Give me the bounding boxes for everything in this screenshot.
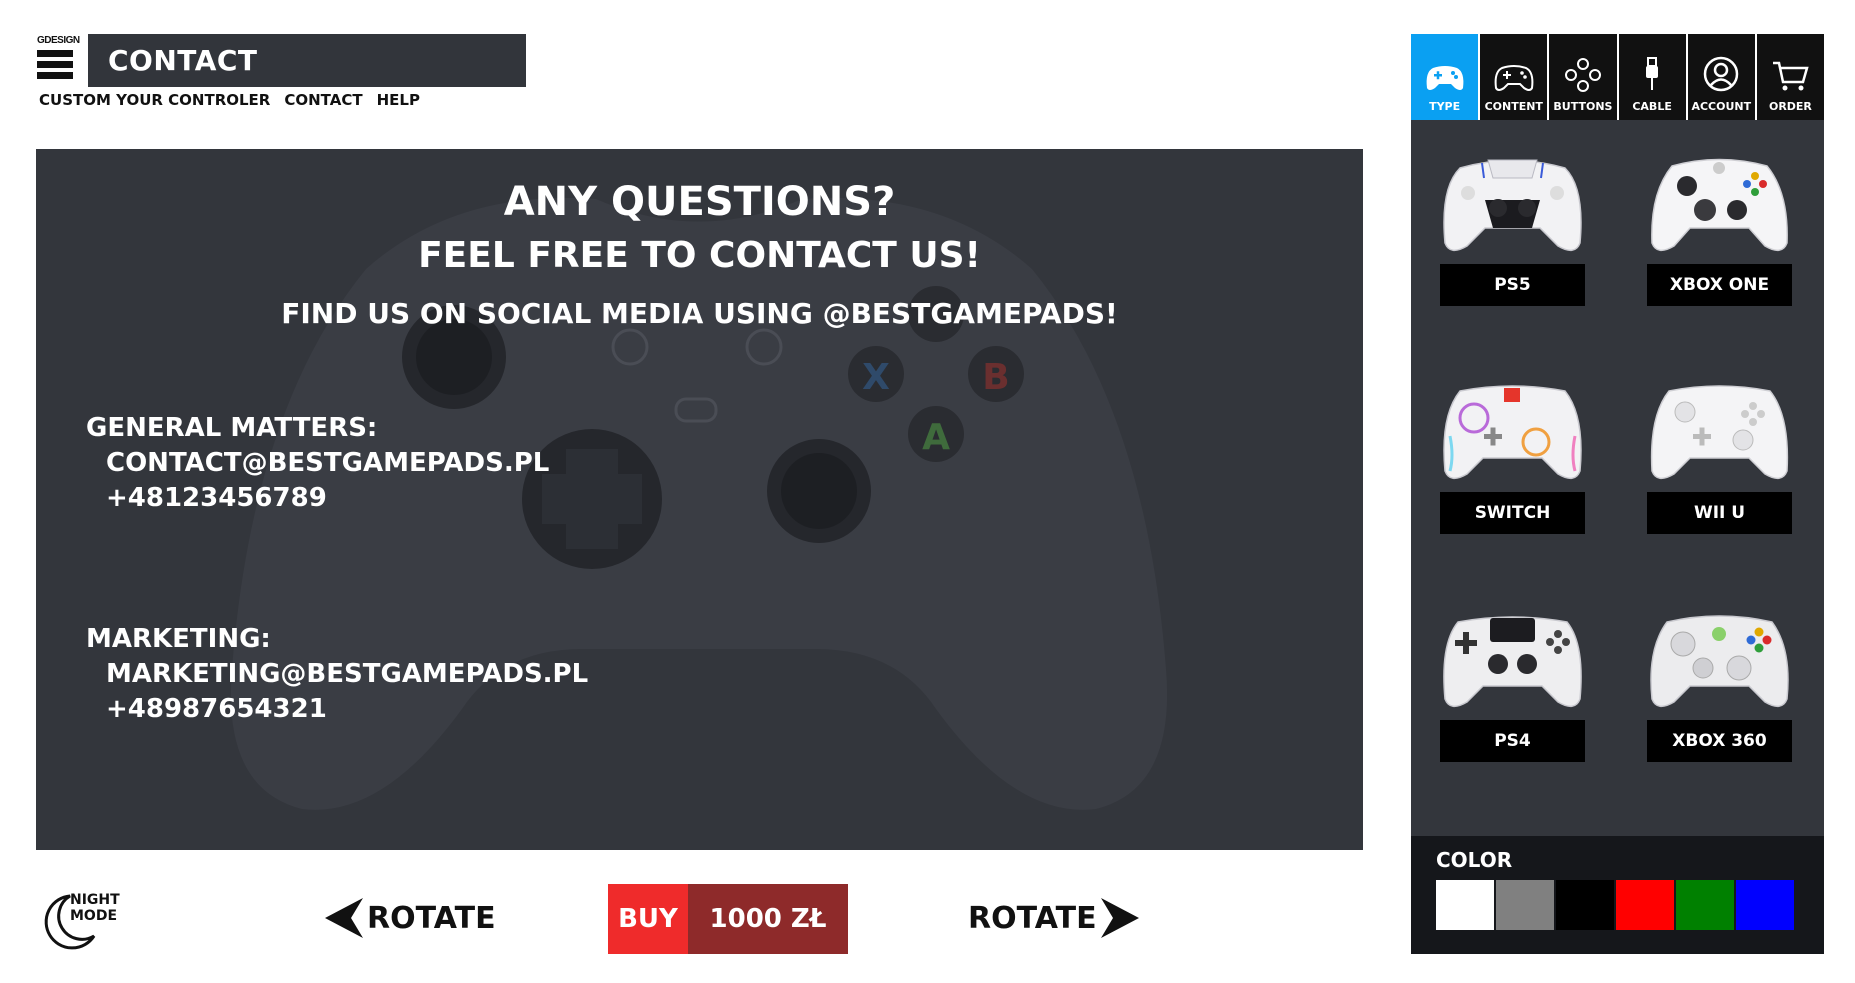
color-swatches (1436, 880, 1794, 930)
night-mode-toggle[interactable]: NIGHT MODE (38, 888, 128, 950)
rotate-right-label: ROTATE (968, 900, 1097, 936)
sidebar-tabs: TYPE CONTENT BUTTONS CABLE ACCOUNT ORDER (1411, 34, 1825, 120)
arrow-right-icon (1100, 898, 1139, 938)
swatch-white[interactable] (1436, 880, 1494, 930)
marketing-email[interactable]: MARKETING@BESTGAMEPADS.PL (86, 657, 588, 692)
account-icon (1704, 56, 1739, 92)
heading-social-media: FIND US ON SOCIAL MEDIA USING @BESTGAMEP… (281, 297, 1118, 330)
tab-type[interactable]: TYPE (1411, 34, 1479, 120)
gamepad-outline-icon (1494, 65, 1534, 91)
controller-card-xbox-one[interactable]: XBOX ONE (1647, 148, 1792, 306)
swatch-green[interactable] (1676, 880, 1734, 930)
controller-card-wii-u[interactable]: WII U (1647, 376, 1792, 534)
rotate-left-label: ROTATE (367, 900, 496, 936)
swatch-black[interactable] (1556, 880, 1614, 930)
nav-custom-controller[interactable]: CUSTOM YOUR CONTROLER (39, 91, 270, 109)
xbox-one-controller-image (1651, 158, 1788, 252)
tab-order-label: ORDER (1768, 100, 1812, 113)
general-matters-block: GENERAL MATTERS: CONTACT@BESTGAMEPADS.PL… (86, 411, 549, 516)
wii-u-controller-image (1650, 385, 1789, 480)
tab-content[interactable]: CONTENT (1480, 34, 1548, 120)
controller-card-switch[interactable]: SWITCH (1440, 376, 1585, 534)
logo[interactable]: GDESIGN (37, 35, 80, 83)
marketing-phone[interactable]: +48987654321 (86, 692, 588, 727)
swatch-blue[interactable] (1736, 880, 1794, 930)
controller-label-switch: SWITCH (1440, 492, 1585, 534)
contact-panel: A X B ANY QUESTIONS? FEEL FREE TO CONTAC… (36, 149, 1363, 850)
swatch-red[interactable] (1616, 880, 1674, 930)
arrow-left-icon (325, 898, 363, 938)
tab-buttons[interactable]: BUTTONS (1549, 34, 1617, 120)
nav-help[interactable]: HELP (377, 91, 420, 109)
rotate-right-button[interactable]: ROTATE (968, 898, 1139, 938)
marketing-block: MARKETING: MARKETING@BESTGAMEPADS.PL +48… (86, 622, 588, 727)
controller-label-xbox-one: XBOX ONE (1647, 264, 1792, 306)
cable-icon (1646, 57, 1659, 90)
marketing-label: MARKETING: (86, 624, 271, 654)
buy-button[interactable]: BUY 1000 ZŁ (608, 884, 848, 954)
controller-card-ps4[interactable]: PS4 (1440, 604, 1585, 762)
tab-content-label: CONTENT (1484, 100, 1543, 113)
controller-label-xbox-360: XBOX 360 (1647, 720, 1792, 762)
tab-buttons-label: BUTTONS (1553, 100, 1613, 113)
hamburger-menu-icon[interactable] (37, 50, 79, 79)
ps4-controller-image (1443, 616, 1582, 708)
nav-contact[interactable]: CONTACT (284, 91, 362, 109)
top-nav: CUSTOM YOUR CONTROLER CONTACT HELP (39, 91, 420, 109)
svg-text:B: B (982, 357, 1009, 398)
heading-contact-us: FEEL FREE TO CONTACT US! (418, 235, 981, 276)
cart-icon (1773, 61, 1810, 91)
customizer-sidebar: TYPE CONTENT BUTTONS CABLE ACCOUNT ORDER… (1411, 34, 1825, 954)
tab-cable[interactable]: CABLE (1618, 34, 1686, 120)
price: 1000 ZŁ (688, 884, 848, 954)
swatch-gray[interactable] (1496, 880, 1554, 930)
svg-text:A: A (922, 417, 950, 458)
page-title: CONTACT (88, 34, 526, 87)
controller-card-ps5[interactable]: PS5 (1440, 148, 1585, 306)
tab-type-label: TYPE (1429, 100, 1461, 113)
general-matters-label: GENERAL MATTERS: (86, 413, 378, 443)
color-picker: COLOR (1411, 836, 1824, 954)
logo-text: GDESIGN (37, 35, 80, 46)
tab-order[interactable]: ORDER (1756, 34, 1825, 120)
color-title: COLOR (1436, 848, 1513, 872)
general-email[interactable]: CONTACT@BESTGAMEPADS.PL (86, 446, 549, 481)
ps5-controller-image (1443, 159, 1582, 252)
tab-cable-label: CABLE (1632, 100, 1672, 113)
gamepad-icon (1426, 66, 1463, 90)
buy-label: BUY (608, 884, 688, 954)
controller-label-ps4: PS4 (1440, 720, 1585, 762)
controller-label-wii-u: WII U (1647, 492, 1792, 534)
tab-account-label: ACCOUNT (1691, 100, 1752, 113)
heading-questions: ANY QUESTIONS? (503, 179, 896, 225)
general-phone[interactable]: +48123456789 (86, 481, 549, 516)
controller-label-ps5: PS5 (1440, 264, 1585, 306)
tab-account[interactable]: ACCOUNT (1687, 34, 1755, 120)
night-mode-label: NIGHT MODE (70, 892, 120, 924)
xbox-360-controller-image (1650, 615, 1789, 708)
rotate-left-button[interactable]: ROTATE (325, 898, 496, 938)
svg-text:X: X (862, 357, 890, 398)
buttons-icon (1564, 58, 1601, 92)
controller-card-xbox-360[interactable]: XBOX 360 (1647, 604, 1792, 762)
switch-controller-image (1443, 385, 1582, 480)
